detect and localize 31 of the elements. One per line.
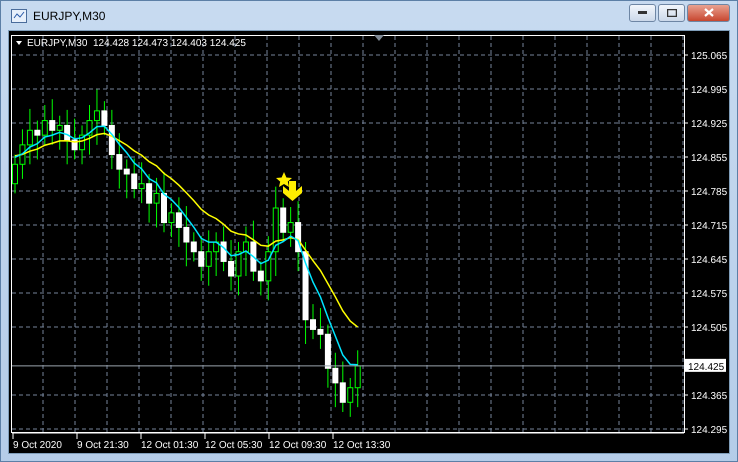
time-axis-label: 12 Oct 05:30 [205, 440, 262, 451]
maximize-button[interactable] [658, 4, 685, 22]
price-axis-label: 124.505 [691, 323, 728, 334]
price-axis-label: 124.785 [691, 187, 728, 198]
chart-header: EURJPY,M30 124.428 124.473 124.403 124.425 [27, 38, 246, 49]
close-button[interactable] [687, 4, 730, 22]
time-axis-label: 12 Oct 01:30 [141, 440, 198, 451]
chart-shift-marker-icon [374, 35, 384, 41]
price-axis-label: 125.065 [691, 51, 728, 62]
dropdown-triangle-icon[interactable] [16, 41, 22, 45]
minimize-button[interactable] [629, 4, 656, 22]
star-icon [276, 172, 292, 187]
price-axis-label: 124.925 [691, 119, 728, 130]
minimize-icon [638, 11, 647, 14]
time-axis-label: 9 Oct 2020 [13, 440, 62, 451]
time-axis-label: 12 Oct 13:30 [333, 440, 390, 451]
sell-arrow-icon [283, 181, 302, 201]
price-axis-label: 124.855 [691, 153, 728, 164]
current-price-label: 124.425 [685, 358, 726, 373]
close-icon [704, 8, 714, 17]
price-axis-label: 124.575 [691, 289, 728, 300]
price-axis-label: 124.645 [691, 255, 728, 266]
price-axis-label: 124.365 [691, 391, 728, 402]
time-axis-label: 12 Oct 09:30 [269, 440, 326, 451]
price-axis-label: 124.715 [691, 221, 728, 232]
window-title: EURJPY,M30 [33, 8, 106, 22]
price-axis-label: 124.295 [691, 425, 728, 436]
price-axis-label: 124.995 [691, 85, 728, 96]
maximize-icon [666, 8, 676, 16]
chart-window-icon [11, 8, 27, 22]
time-axis-label: 9 Oct 21:30 [77, 440, 129, 451]
